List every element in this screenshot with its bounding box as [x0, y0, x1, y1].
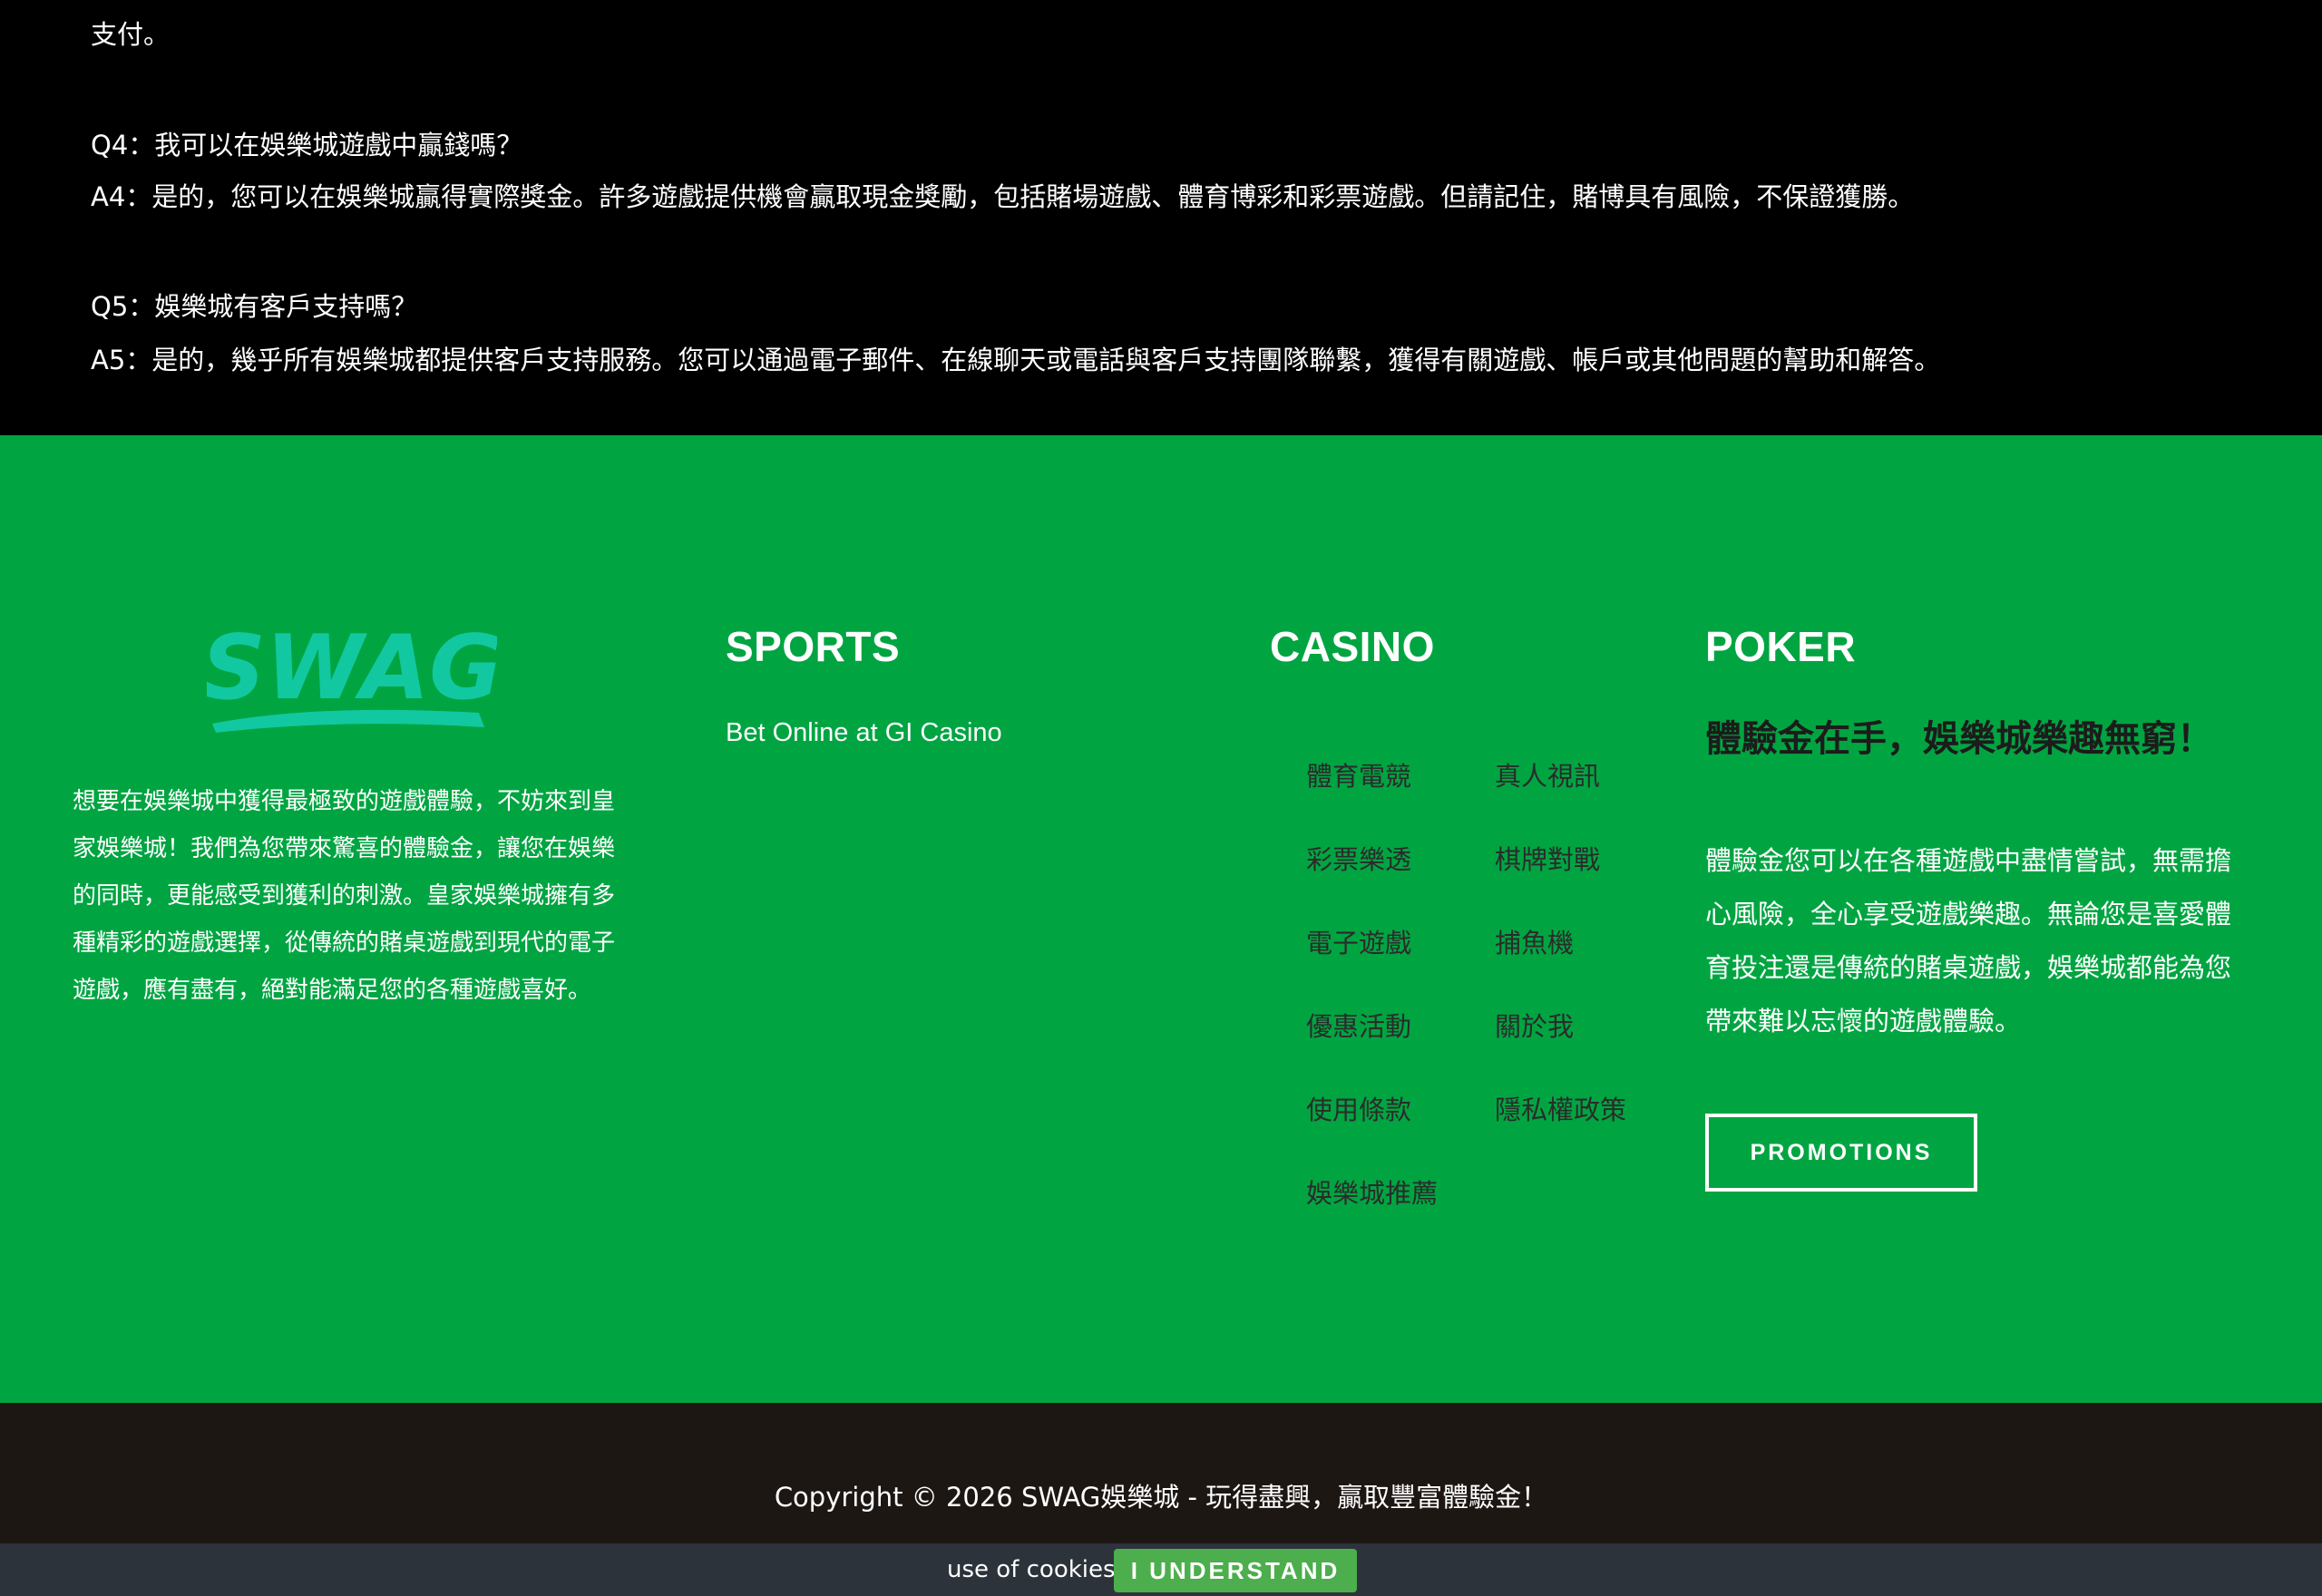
- casino-link-card-games[interactable]: 棋牌對戰: [1495, 818, 1633, 901]
- sports-title: SPORTS: [726, 623, 901, 670]
- casino-link-promotions[interactable]: 優惠活動: [1306, 985, 1495, 1068]
- casino-links: 體育電競 真人視訊 彩票樂透 棋牌對戰 電子遊戲 捕魚機 優惠活動 關於我 使用…: [1306, 735, 1633, 1235]
- cookie-bar: use of cookies I UNDERSTAND: [0, 1543, 2322, 1596]
- casino-link-live-video[interactable]: 真人視訊: [1495, 735, 1633, 818]
- casino-link-fishing[interactable]: 捕魚機: [1495, 901, 1633, 985]
- casino-link-esports[interactable]: 體育電競: [1306, 735, 1495, 818]
- casino-link-slots[interactable]: 電子遊戲: [1306, 901, 1495, 985]
- casino-link-lottery[interactable]: 彩票樂透: [1306, 818, 1495, 901]
- logo-text: SWAG: [207, 617, 497, 720]
- footer-widgets: SWAG 想要在娛樂城中獲得最極致的遊戲體驗，不妨來到皇家娛樂城！我們為您帶來驚…: [0, 435, 2322, 1403]
- about-text: 想要在娛樂城中獲得最極致的遊戲體驗，不妨來到皇家娛樂城！我們為您帶來驚喜的體驗金…: [73, 788, 616, 1004]
- casino-link-terms[interactable]: 使用條款: [1306, 1068, 1495, 1152]
- casino-link-privacy[interactable]: 隱私權政策: [1495, 1068, 1633, 1152]
- poker-text: 體驗金您可以在各種遊戲中盡情嘗試，無需擔心風險，全心享受遊戲樂趣。無論您是喜愛體…: [1705, 845, 2232, 1036]
- cookie-text: use of cookies: [947, 1556, 1116, 1583]
- faq-question-4: Q4：我可以在娛樂城遊戲中贏錢嗎？: [91, 130, 523, 161]
- cookie-accept-button[interactable]: I UNDERSTAND: [1114, 1549, 1357, 1592]
- promotions-button[interactable]: PROMOTIONS: [1705, 1114, 1977, 1192]
- casino-link-about[interactable]: 關於我: [1495, 985, 1633, 1068]
- casino-title: CASINO: [1270, 623, 1435, 670]
- faq-question-5: Q5：娛樂城有客戶支持嗎？: [91, 291, 418, 322]
- poker-title: POKER: [1705, 623, 1857, 670]
- swag-logo[interactable]: SWAG: [201, 615, 502, 733]
- faq-answer-4: A4：是的，您可以在娛樂城贏得實際獎金。許多遊戲提供機會贏取現金獎勵，包括賭場遊…: [91, 181, 1915, 212]
- copyright-text: Copyright © 2026 SWAG娛樂城 - 玩得盡興，贏取豐富體驗金！: [774, 1482, 1548, 1513]
- copyright-bar: Copyright © 2026 SWAG娛樂城 - 玩得盡興，贏取豐富體驗金！: [0, 1403, 2322, 1543]
- faq-answer-5: A5：是的，幾乎所有娛樂城都提供客戶支持服務。您可以通過電子郵件、在線聊天或電話…: [91, 345, 1941, 375]
- casino-link-recommend[interactable]: 娛樂城推薦: [1306, 1152, 1495, 1235]
- poker-heading: 體驗金在手，娛樂城樂趣無窮！: [1705, 718, 2213, 760]
- sports-link-gi-casino[interactable]: Bet Online at GI Casino: [726, 718, 1002, 748]
- faq-section: 支付。 Q4：我可以在娛樂城遊戲中贏錢嗎？ A4：是的，您可以在娛樂城贏得實際獎…: [0, 0, 2322, 435]
- faq-text-line: 支付。: [91, 19, 171, 50]
